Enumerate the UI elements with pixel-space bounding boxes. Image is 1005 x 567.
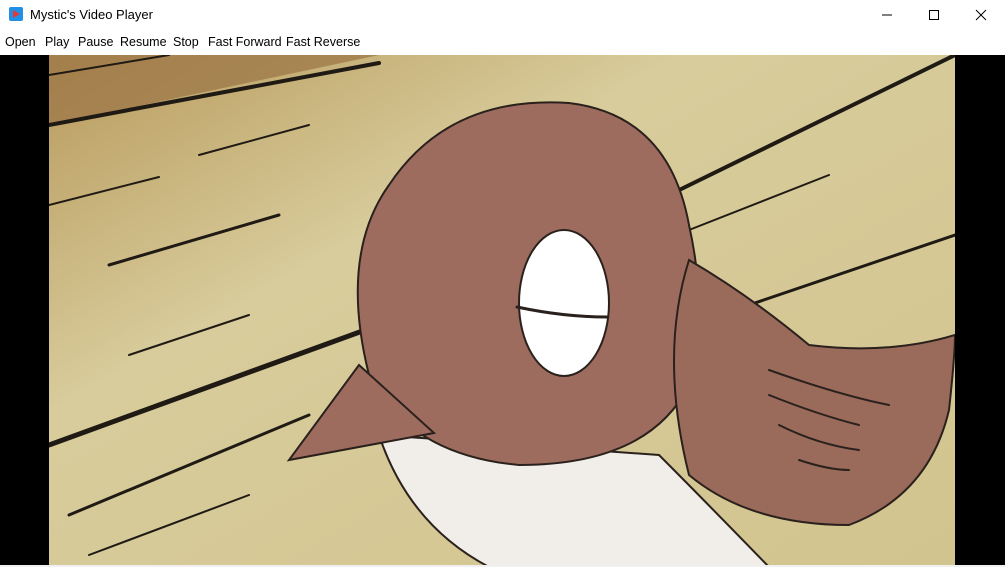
maximize-icon — [929, 10, 939, 20]
menu-fast-forward[interactable]: Fast Forward — [208, 35, 282, 49]
title-bar[interactable]: Mystic's Video Player — [0, 0, 1005, 30]
close-icon — [975, 9, 987, 21]
video-frame-image — [49, 55, 955, 567]
video-display[interactable] — [0, 55, 1005, 567]
minimize-icon — [882, 14, 892, 16]
minimize-button[interactable] — [864, 0, 910, 30]
maximize-button[interactable] — [911, 0, 957, 30]
menu-fast-reverse[interactable]: Fast Reverse — [286, 35, 360, 49]
menu-play[interactable]: Play — [45, 35, 69, 49]
menu-resume[interactable]: Resume — [120, 35, 167, 49]
media-player-icon — [9, 7, 23, 21]
menu-stop[interactable]: Stop — [173, 35, 199, 49]
menu-bar: Open Play Pause Resume Stop Fast Forward… — [0, 30, 1005, 54]
video-frame — [49, 55, 955, 567]
window-title: Mystic's Video Player — [30, 7, 153, 22]
menu-pause[interactable]: Pause — [78, 35, 113, 49]
close-button[interactable] — [958, 0, 1004, 30]
menu-open[interactable]: Open — [5, 35, 36, 49]
